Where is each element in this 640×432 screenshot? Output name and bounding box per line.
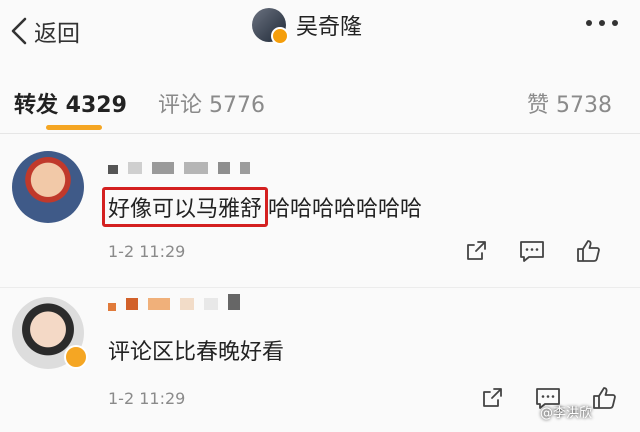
blur-block <box>180 298 194 310</box>
thumbs-up-icon <box>577 240 600 262</box>
tab-likes[interactable]: 赞 5738 <box>527 87 612 119</box>
share-button[interactable] <box>462 238 490 264</box>
comment-timestamp: 1-2 11:29 <box>108 242 186 261</box>
reply-button[interactable] <box>518 238 546 264</box>
back-button[interactable]: 返回 <box>10 14 80 48</box>
share-icon <box>467 241 486 260</box>
comment-timestamp: 1-2 11:29 <box>108 389 186 408</box>
blur-block <box>240 162 250 174</box>
top-nav-bar: 返回 吴奇隆 <box>0 0 640 60</box>
blurred-username <box>108 294 240 311</box>
avatar[interactable] <box>12 151 84 223</box>
verified-badge-icon <box>64 345 88 369</box>
comment-actions <box>462 238 602 264</box>
blur-block <box>108 165 118 174</box>
share-button[interactable] <box>478 385 506 411</box>
comment-text: 评论区比春晚好看 <box>108 340 285 365</box>
blur-block <box>108 303 116 311</box>
page-title: 吴奇隆 <box>296 15 363 40</box>
comment-text-rest: 哈哈哈哈哈哈哈 <box>268 197 423 222</box>
blur-block <box>184 162 208 174</box>
back-label: 返回 <box>34 21 80 47</box>
like-button[interactable] <box>590 385 618 411</box>
dot-icon <box>586 20 592 26</box>
blurred-username <box>108 162 250 174</box>
like-button[interactable] <box>574 238 602 264</box>
author-avatar[interactable] <box>252 8 289 45</box>
active-tab-indicator <box>46 125 102 130</box>
blur-block <box>126 298 138 310</box>
verified-badge-icon <box>271 27 289 45</box>
tab-bar: 转发 4329 评论 5776 赞 5738 <box>0 60 640 134</box>
chevron-left-icon <box>11 17 27 45</box>
blur-block <box>148 298 170 310</box>
dot-icon <box>599 20 605 26</box>
thumbs-up-icon <box>593 387 616 409</box>
tab-reposts[interactable]: 转发 4329 <box>14 87 127 119</box>
comment-text: 好像可以马雅舒 哈哈哈哈哈哈哈 <box>102 187 423 227</box>
blur-block <box>152 162 174 174</box>
watermark: @李洪欣 <box>540 406 593 421</box>
post-author-header[interactable]: 吴奇隆 <box>252 8 363 45</box>
blur-block <box>218 162 230 174</box>
blur-block <box>228 294 240 310</box>
share-icon <box>483 388 502 407</box>
blur-block <box>204 298 218 310</box>
blur-block <box>128 162 142 174</box>
comment-item: 好像可以马雅舒 哈哈哈哈哈哈哈 1-2 11:29 <box>0 134 640 286</box>
dot-icon <box>612 20 618 26</box>
tab-comments[interactable]: 评论 5776 <box>158 87 265 119</box>
highlighted-phrase: 好像可以马雅舒 <box>102 187 269 227</box>
comment-icon <box>520 241 544 262</box>
more-options-button[interactable] <box>586 20 618 26</box>
